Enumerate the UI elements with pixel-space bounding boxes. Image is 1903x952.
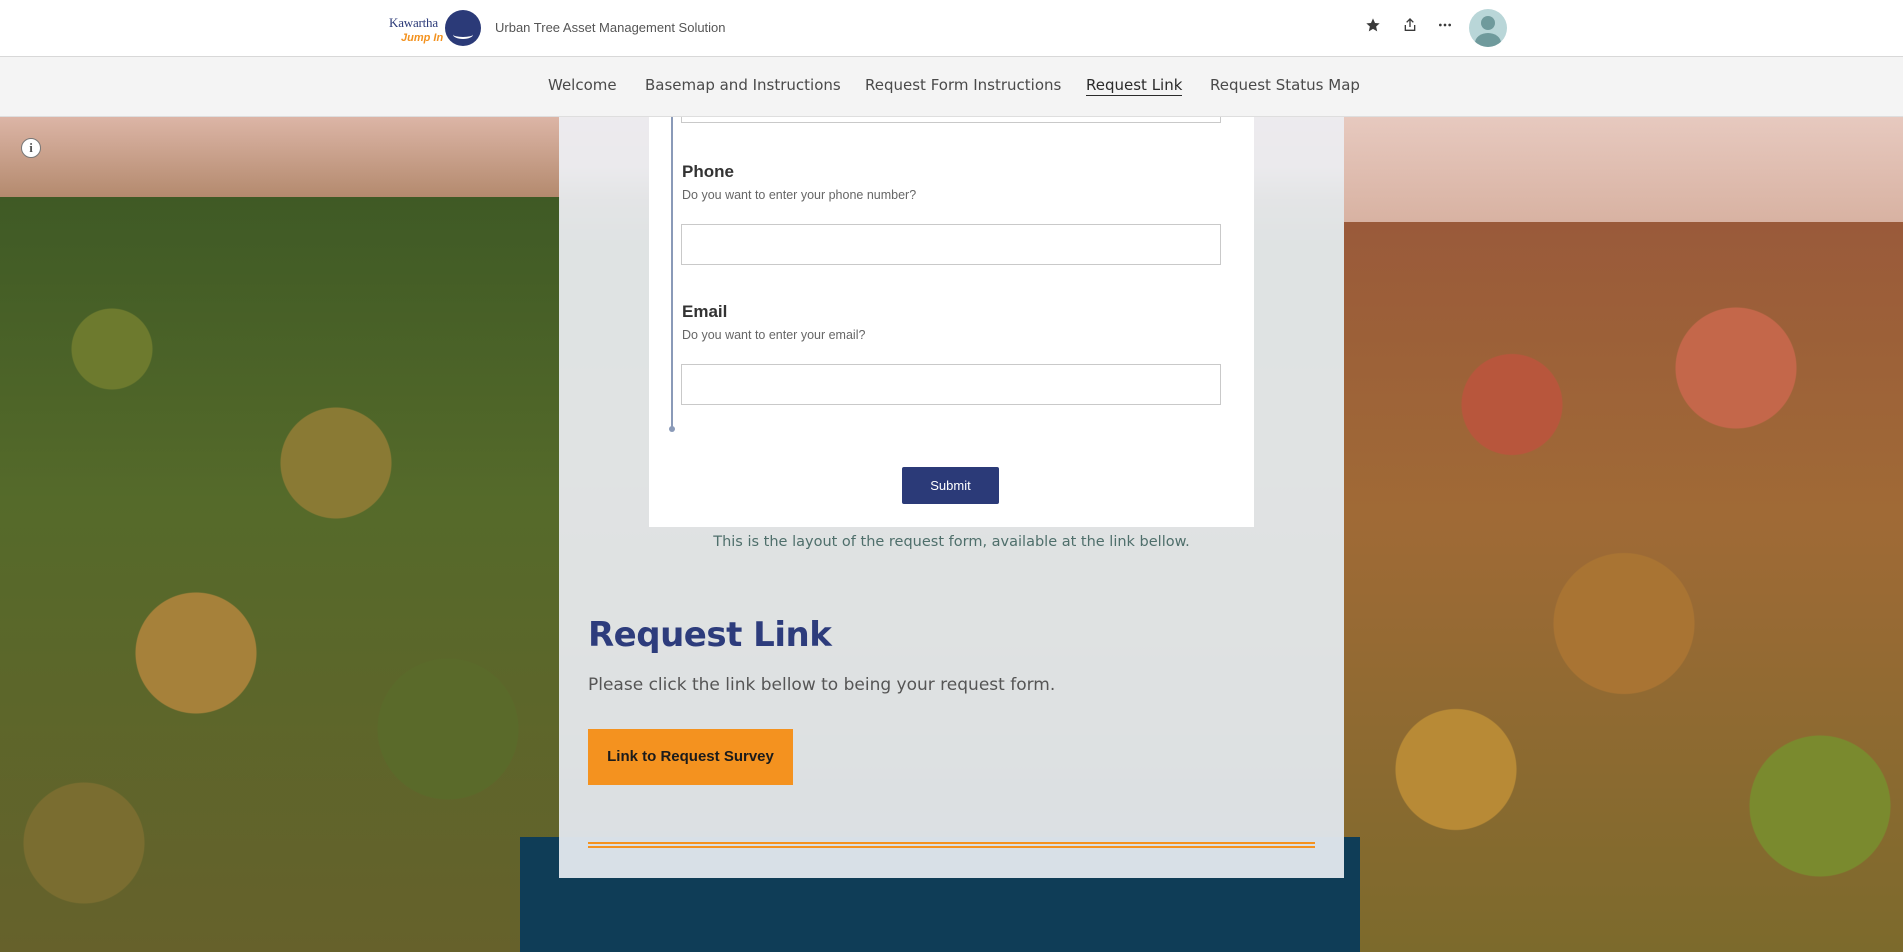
form-caption: This is the layout of the request form, … (713, 534, 1190, 550)
form-progress-dot (669, 426, 675, 432)
kawartha-lakes-logo[interactable]: Kawartha Jump In (389, 9, 481, 47)
section-divider (588, 842, 1315, 848)
nav-item-welcome[interactable]: Welcome (548, 76, 617, 94)
email-input[interactable] (681, 364, 1221, 405)
email-label: Email (682, 302, 728, 321)
info-icon[interactable]: i (21, 138, 41, 158)
phone-input[interactable] (681, 224, 1221, 265)
star-icon[interactable] (1362, 17, 1384, 39)
phone-label: Phone (682, 162, 734, 181)
email-help-text: Do you want to enter your email? (682, 328, 866, 342)
user-avatar-icon[interactable] (1469, 9, 1507, 47)
more-icon[interactable] (1434, 17, 1456, 39)
section-nav: Welcome Basemap and Instructions Request… (0, 57, 1903, 117)
nav-item-request-form-instructions[interactable]: Request Form Instructions (865, 76, 1061, 94)
submit-button[interactable]: Submit (902, 467, 999, 504)
section-title: Request Link (588, 615, 832, 655)
nav-item-request-link[interactable]: Request Link (1086, 76, 1183, 96)
app-title: Urban Tree Asset Management Solution (495, 20, 726, 35)
app-header: Kawartha Jump In Urban Tree Asset Manage… (0, 0, 1903, 57)
form-preview-card: Phone Do you want to enter your phone nu… (649, 115, 1254, 527)
share-icon[interactable] (1399, 17, 1421, 39)
section-text: Please click the link bellow to being yo… (588, 675, 1056, 695)
request-survey-link-button[interactable]: Link to Request Survey (588, 729, 793, 785)
nav-item-request-status-map[interactable]: Request Status Map (1210, 76, 1360, 94)
phone-help-text: Do you want to enter your phone number? (682, 188, 917, 202)
nav-item-basemap-instructions[interactable]: Basemap and Instructions (645, 76, 841, 94)
form-progress-line (671, 117, 673, 429)
content-panel: Phone Do you want to enter your phone nu… (559, 115, 1344, 878)
